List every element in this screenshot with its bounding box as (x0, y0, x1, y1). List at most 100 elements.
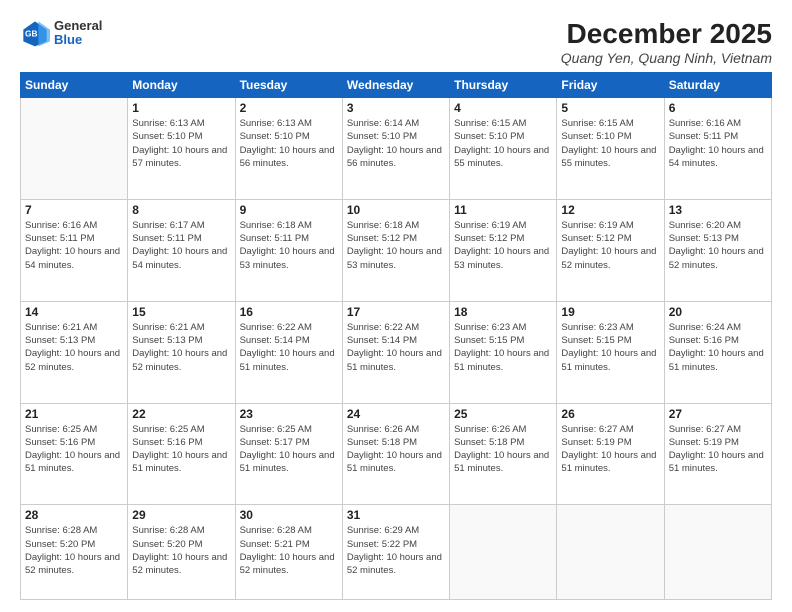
calendar-cell: 12 Sunrise: 6:19 AM Sunset: 5:12 PM Dayli… (557, 199, 664, 301)
day-info: Sunrise: 6:26 AM Sunset: 5:18 PM Dayligh… (454, 423, 552, 476)
day-number: 23 (240, 407, 338, 421)
day-number: 22 (132, 407, 230, 421)
calendar-cell: 2 Sunrise: 6:13 AM Sunset: 5:10 PM Daylig… (235, 98, 342, 200)
day-number: 1 (132, 101, 230, 115)
day-info: Sunrise: 6:25 AM Sunset: 5:17 PM Dayligh… (240, 423, 338, 476)
day-info: Sunrise: 6:29 AM Sunset: 5:22 PM Dayligh… (347, 524, 445, 577)
day-info: Sunrise: 6:26 AM Sunset: 5:18 PM Dayligh… (347, 423, 445, 476)
calendar-cell: 11 Sunrise: 6:19 AM Sunset: 5:12 PM Dayli… (450, 199, 557, 301)
calendar-header-cell: Tuesday (235, 73, 342, 98)
calendar-week-row: 1 Sunrise: 6:13 AM Sunset: 5:10 PM Daylig… (21, 98, 772, 200)
day-info: Sunrise: 6:15 AM Sunset: 5:10 PM Dayligh… (561, 117, 659, 170)
day-number: 21 (25, 407, 123, 421)
day-info: Sunrise: 6:21 AM Sunset: 5:13 PM Dayligh… (25, 321, 123, 374)
month-year: December 2025 (561, 18, 772, 50)
day-number: 6 (669, 101, 767, 115)
calendar-cell (664, 505, 771, 600)
calendar-cell: 28 Sunrise: 6:28 AM Sunset: 5:20 PM Dayli… (21, 505, 128, 600)
calendar-cell: 25 Sunrise: 6:26 AM Sunset: 5:18 PM Dayli… (450, 403, 557, 505)
calendar-cell (21, 98, 128, 200)
calendar-header-cell: Wednesday (342, 73, 449, 98)
day-number: 25 (454, 407, 552, 421)
calendar-cell: 22 Sunrise: 6:25 AM Sunset: 5:16 PM Dayli… (128, 403, 235, 505)
calendar-header-cell: Monday (128, 73, 235, 98)
calendar-week-row: 21 Sunrise: 6:25 AM Sunset: 5:16 PM Dayli… (21, 403, 772, 505)
logo-blue: Blue (54, 33, 102, 47)
calendar-cell: 6 Sunrise: 6:16 AM Sunset: 5:11 PM Daylig… (664, 98, 771, 200)
day-number: 31 (347, 508, 445, 522)
calendar-header-cell: Friday (557, 73, 664, 98)
day-info: Sunrise: 6:25 AM Sunset: 5:16 PM Dayligh… (132, 423, 230, 476)
calendar-cell: 10 Sunrise: 6:18 AM Sunset: 5:12 PM Dayli… (342, 199, 449, 301)
day-info: Sunrise: 6:22 AM Sunset: 5:14 PM Dayligh… (347, 321, 445, 374)
day-info: Sunrise: 6:28 AM Sunset: 5:20 PM Dayligh… (132, 524, 230, 577)
calendar-cell: 9 Sunrise: 6:18 AM Sunset: 5:11 PM Daylig… (235, 199, 342, 301)
svg-text:GB: GB (25, 28, 38, 38)
calendar-cell: 17Sunrise: 6:22 AM Sunset: 5:14 PM Dayli… (342, 301, 449, 403)
logo-general: General (54, 19, 102, 33)
calendar-header-cell: Sunday (21, 73, 128, 98)
day-number: 20 (669, 305, 767, 319)
calendar-cell: 20Sunrise: 6:24 AM Sunset: 5:16 PM Dayli… (664, 301, 771, 403)
day-number: 11 (454, 203, 552, 217)
day-info: Sunrise: 6:16 AM Sunset: 5:11 PM Dayligh… (669, 117, 767, 170)
day-info: Sunrise: 6:17 AM Sunset: 5:11 PM Dayligh… (132, 219, 230, 272)
calendar-cell: 15Sunrise: 6:21 AM Sunset: 5:13 PM Dayli… (128, 301, 235, 403)
calendar-cell: 19 Sunrise: 6:23 AM Sunset: 5:15 PM Dayli… (557, 301, 664, 403)
calendar-cell: 5Sunrise: 6:15 AM Sunset: 5:10 PM Daylig… (557, 98, 664, 200)
day-info: Sunrise: 6:19 AM Sunset: 5:12 PM Dayligh… (561, 219, 659, 272)
day-info: Sunrise: 6:22 AM Sunset: 5:14 PM Dayligh… (240, 321, 338, 374)
day-number: 24 (347, 407, 445, 421)
calendar-cell: 8Sunrise: 6:17 AM Sunset: 5:11 PM Daylig… (128, 199, 235, 301)
day-number: 18 (454, 305, 552, 319)
calendar-cell (557, 505, 664, 600)
calendar-cell: 7 Sunrise: 6:16 AM Sunset: 5:11 PM Daylig… (21, 199, 128, 301)
day-number: 12 (561, 203, 659, 217)
day-number: 14 (25, 305, 123, 319)
calendar-week-row: 28 Sunrise: 6:28 AM Sunset: 5:20 PM Dayli… (21, 505, 772, 600)
day-info: Sunrise: 6:28 AM Sunset: 5:20 PM Dayligh… (25, 524, 123, 577)
logo-text: General Blue (54, 19, 102, 48)
calendar-cell: 1 Sunrise: 6:13 AM Sunset: 5:10 PM Daylig… (128, 98, 235, 200)
day-info: Sunrise: 6:19 AM Sunset: 5:12 PM Dayligh… (454, 219, 552, 272)
calendar-cell: 4 Sunrise: 6:15 AM Sunset: 5:10 PM Daylig… (450, 98, 557, 200)
day-info: Sunrise: 6:27 AM Sunset: 5:19 PM Dayligh… (561, 423, 659, 476)
calendar-cell: 26Sunrise: 6:27 AM Sunset: 5:19 PM Dayli… (557, 403, 664, 505)
day-info: Sunrise: 6:15 AM Sunset: 5:10 PM Dayligh… (454, 117, 552, 170)
day-info: Sunrise: 6:18 AM Sunset: 5:12 PM Dayligh… (347, 219, 445, 272)
day-number: 30 (240, 508, 338, 522)
day-number: 10 (347, 203, 445, 217)
calendar-header-cell: Thursday (450, 73, 557, 98)
calendar-cell: 29 Sunrise: 6:28 AM Sunset: 5:20 PM Dayli… (128, 505, 235, 600)
day-info: Sunrise: 6:28 AM Sunset: 5:21 PM Dayligh… (240, 524, 338, 577)
logo: GB General Blue (20, 18, 102, 48)
calendar: SundayMondayTuesdayWednesdayThursdayFrid… (20, 72, 772, 600)
calendar-cell: 30 Sunrise: 6:28 AM Sunset: 5:21 PM Dayli… (235, 505, 342, 600)
day-info: Sunrise: 6:20 AM Sunset: 5:13 PM Dayligh… (669, 219, 767, 272)
day-number: 7 (25, 203, 123, 217)
day-number: 29 (132, 508, 230, 522)
calendar-week-row: 14 Sunrise: 6:21 AM Sunset: 5:13 PM Dayli… (21, 301, 772, 403)
day-info: Sunrise: 6:23 AM Sunset: 5:15 PM Dayligh… (561, 321, 659, 374)
calendar-cell: 31 Sunrise: 6:29 AM Sunset: 5:22 PM Dayli… (342, 505, 449, 600)
day-number: 16 (240, 305, 338, 319)
day-number: 19 (561, 305, 659, 319)
calendar-header-cell: Saturday (664, 73, 771, 98)
calendar-body: 1 Sunrise: 6:13 AM Sunset: 5:10 PM Daylig… (21, 98, 772, 600)
location: Quang Yen, Quang Ninh, Vietnam (561, 50, 772, 66)
day-info: Sunrise: 6:13 AM Sunset: 5:10 PM Dayligh… (240, 117, 338, 170)
calendar-cell: 23 Sunrise: 6:25 AM Sunset: 5:17 PM Dayli… (235, 403, 342, 505)
day-info: Sunrise: 6:13 AM Sunset: 5:10 PM Dayligh… (132, 117, 230, 170)
day-info: Sunrise: 6:16 AM Sunset: 5:11 PM Dayligh… (25, 219, 123, 272)
day-info: Sunrise: 6:14 AM Sunset: 5:10 PM Dayligh… (347, 117, 445, 170)
calendar-cell: 27Sunrise: 6:27 AM Sunset: 5:19 PM Dayli… (664, 403, 771, 505)
day-info: Sunrise: 6:18 AM Sunset: 5:11 PM Dayligh… (240, 219, 338, 272)
calendar-cell: 21Sunrise: 6:25 AM Sunset: 5:16 PM Dayli… (21, 403, 128, 505)
day-number: 28 (25, 508, 123, 522)
day-number: 9 (240, 203, 338, 217)
calendar-week-row: 7 Sunrise: 6:16 AM Sunset: 5:11 PM Daylig… (21, 199, 772, 301)
day-number: 2 (240, 101, 338, 115)
day-number: 3 (347, 101, 445, 115)
day-number: 4 (454, 101, 552, 115)
day-number: 13 (669, 203, 767, 217)
